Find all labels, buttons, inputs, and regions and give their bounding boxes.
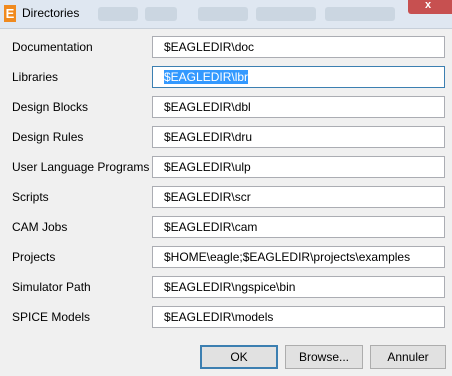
label-documentation: Documentation [12, 40, 93, 54]
label-design-rules: Design Rules [12, 130, 84, 144]
label-user-language-programs: User Language Programs [12, 160, 150, 174]
blurred-background [98, 7, 138, 21]
blurred-background [256, 7, 316, 21]
simulator-path-field[interactable]: $EAGLEDIR\ngspice\bin [152, 276, 445, 298]
close-button[interactable]: x [408, 0, 452, 14]
blurred-background [145, 7, 177, 21]
design-rules-field[interactable]: $EAGLEDIR\dru [152, 126, 445, 148]
browse-button[interactable]: Browse... [285, 345, 363, 369]
window-title: Directories [22, 6, 80, 20]
scripts-field[interactable]: $EAGLEDIR\scr [152, 186, 445, 208]
selected-text: $EAGLEDIR\lbr [164, 70, 249, 84]
eagle-app-icon: E [4, 5, 16, 22]
label-scripts: Scripts [12, 190, 49, 204]
label-simulator-path: Simulator Path [12, 280, 91, 294]
cancel-button[interactable]: Annuler [370, 345, 446, 369]
blurred-background [325, 7, 395, 21]
blurred-background [198, 7, 248, 21]
spice-models-field[interactable]: $EAGLEDIR\models [152, 306, 445, 328]
label-libraries: Libraries [12, 70, 59, 84]
label-design-blocks: Design Blocks [12, 100, 89, 114]
libraries-field[interactable]: $EAGLEDIR\lbr [152, 66, 445, 88]
ok-button[interactable]: OK [200, 345, 278, 369]
user-language-programs-field[interactable]: $EAGLEDIR\ulp [152, 156, 445, 178]
label-cam-jobs: CAM Jobs [12, 220, 68, 234]
label-spice-models: SPICE Models [12, 310, 91, 324]
close-icon: x [425, 0, 432, 11]
label-projects: Projects [12, 250, 56, 264]
title-bar: E Directories x [0, 0, 452, 29]
cam-jobs-field[interactable]: $EAGLEDIR\cam [152, 216, 445, 238]
design-blocks-field[interactable]: $EAGLEDIR\dbl [152, 96, 445, 118]
projects-field[interactable]: $HOME\eagle;$EAGLEDIR\projects\examples [152, 246, 445, 268]
documentation-field[interactable]: $EAGLEDIR\doc [152, 36, 445, 58]
